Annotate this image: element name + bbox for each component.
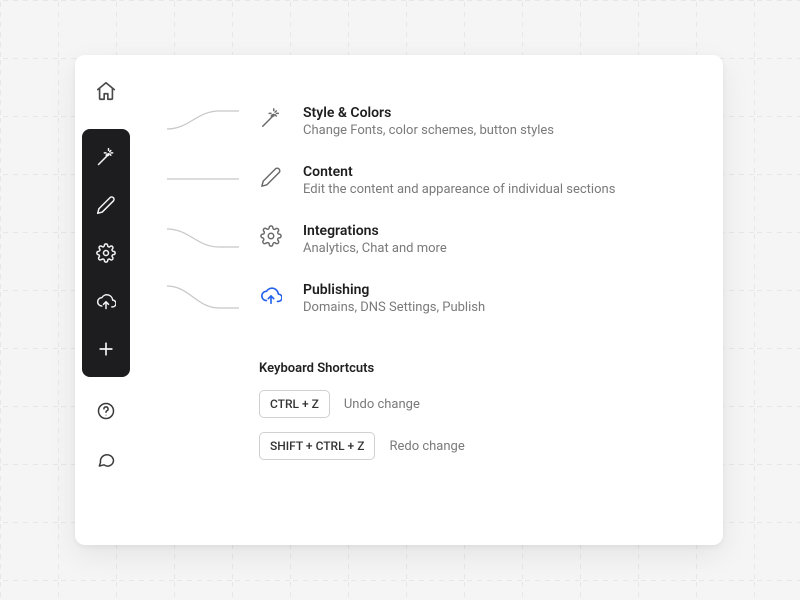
card-content: Style & Colors Change Fonts, color schem… bbox=[137, 55, 723, 545]
sidebar-chat-button[interactable] bbox=[86, 441, 126, 481]
sidebar-dark-group bbox=[82, 129, 130, 377]
wand-icon bbox=[260, 107, 282, 129]
sidebar-publishing-button[interactable] bbox=[82, 277, 130, 325]
chat-icon bbox=[96, 451, 116, 471]
help-icon bbox=[96, 401, 116, 421]
sidebar-style-button[interactable] bbox=[82, 133, 130, 181]
legend-style-desc: Change Fonts, color schemes, button styl… bbox=[303, 123, 554, 138]
cloud-upload-icon bbox=[260, 284, 282, 306]
legend-content-desc: Edit the content and appareance of indiv… bbox=[303, 182, 615, 197]
cloud-upload-icon bbox=[96, 291, 116, 311]
sidebar-help-button[interactable] bbox=[86, 391, 126, 431]
legend-integrations-icon bbox=[257, 223, 285, 247]
tooltip-card: Style & Colors Change Fonts, color schem… bbox=[75, 55, 723, 545]
connector-line bbox=[167, 105, 239, 135]
legend-integrations-title: Integrations bbox=[303, 223, 447, 239]
sidebar-integrations-button[interactable] bbox=[82, 229, 130, 277]
shortcut-redo: SHIFT + CTRL + Z Redo change bbox=[259, 432, 693, 460]
legend-integrations: Integrations Analytics, Chat and more bbox=[167, 223, 693, 256]
connector-line bbox=[167, 223, 239, 253]
legend-content-title: Content bbox=[303, 164, 615, 180]
home-icon bbox=[95, 80, 117, 102]
shortcut-redo-label: Redo change bbox=[389, 439, 464, 454]
legend-publishing-icon bbox=[257, 282, 285, 306]
shortcuts-section: Keyboard Shortcuts CTRL + Z Undo change … bbox=[167, 361, 693, 460]
legend-content-icon bbox=[257, 164, 285, 188]
legend-publishing-desc: Domains, DNS Settings, Publish bbox=[303, 300, 485, 315]
legend-style: Style & Colors Change Fonts, color schem… bbox=[167, 105, 693, 138]
legend-style-icon bbox=[257, 105, 285, 129]
shortcuts-heading: Keyboard Shortcuts bbox=[259, 361, 693, 376]
sidebar-content-button[interactable] bbox=[82, 181, 130, 229]
pencil-icon bbox=[96, 195, 116, 215]
home-button[interactable] bbox=[86, 71, 126, 111]
gear-icon bbox=[260, 225, 282, 247]
shortcut-undo-keys: CTRL + Z bbox=[259, 390, 330, 418]
shortcut-redo-keys: SHIFT + CTRL + Z bbox=[259, 432, 375, 460]
connector-line bbox=[167, 164, 239, 194]
legend-list: Style & Colors Change Fonts, color schem… bbox=[167, 105, 693, 315]
legend-content: Content Edit the content and appareance … bbox=[167, 164, 693, 197]
shortcut-undo: CTRL + Z Undo change bbox=[259, 390, 693, 418]
sidebar-add-button[interactable] bbox=[82, 325, 130, 373]
sidebar-rail bbox=[75, 55, 137, 545]
legend-publishing-title: Publishing bbox=[303, 282, 485, 298]
wand-icon bbox=[96, 147, 116, 167]
gear-icon bbox=[96, 243, 116, 263]
pencil-icon bbox=[260, 166, 282, 188]
legend-integrations-desc: Analytics, Chat and more bbox=[303, 241, 447, 256]
shortcut-undo-label: Undo change bbox=[344, 397, 420, 412]
legend-style-title: Style & Colors bbox=[303, 105, 554, 121]
connector-line bbox=[167, 282, 239, 312]
legend-publishing: Publishing Domains, DNS Settings, Publis… bbox=[167, 282, 693, 315]
plus-icon bbox=[96, 339, 116, 359]
